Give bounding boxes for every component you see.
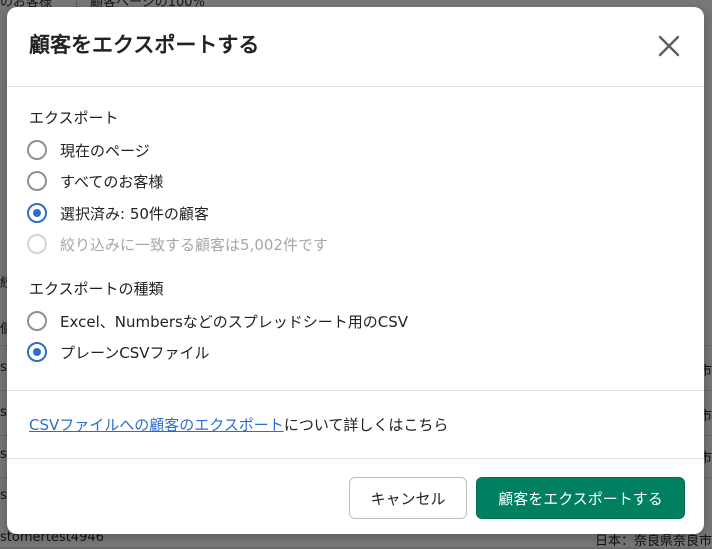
- export-format-label: エクスポートの種類: [29, 280, 164, 298]
- radio-button-disabled: [27, 234, 47, 254]
- radio-label: 選択済み: 50件の顧客: [60, 204, 209, 223]
- footer-divider: [7, 458, 704, 459]
- radio-button[interactable]: [27, 171, 47, 191]
- radio-option-selected[interactable]: 選択済み: 50件の顧客: [27, 201, 209, 225]
- export-customers-modal: 顧客をエクスポートする エクスポート 現在のページ すべてのお客様 選択済み: …: [7, 7, 704, 534]
- cancel-button[interactable]: キャンセル: [349, 477, 467, 519]
- help-link[interactable]: CSVファイルへの顧客のエクスポート: [29, 416, 284, 434]
- header-divider: [7, 86, 704, 87]
- section-divider: [7, 390, 704, 391]
- export-customers-button[interactable]: 顧客をエクスポートする: [476, 477, 685, 519]
- radio-button[interactable]: [27, 311, 47, 331]
- close-button[interactable]: [655, 32, 683, 60]
- radio-option-current-page[interactable]: 現在のページ: [27, 138, 150, 162]
- radio-label: Excel、Numbersなどのスプレッドシート用のCSV: [60, 312, 409, 331]
- radio-button-checked[interactable]: [27, 203, 47, 223]
- radio-label: 絞り込みに一致する顧客は5,002件です: [60, 235, 328, 254]
- modal-header: 顧客をエクスポートする: [7, 7, 704, 87]
- export-scope-label: エクスポート: [29, 109, 119, 127]
- radio-label: すべてのお客様: [60, 172, 164, 191]
- radio-button[interactable]: [27, 140, 47, 160]
- modal-title: 顧客をエクスポートする: [29, 33, 260, 57]
- radio-button-checked[interactable]: [27, 342, 47, 362]
- radio-label: 現在のページ: [60, 141, 150, 160]
- radio-label: プレーンCSVファイル: [60, 343, 210, 362]
- radio-option-all-customers[interactable]: すべてのお客様: [27, 169, 163, 193]
- close-icon: [658, 35, 680, 57]
- help-text: CSVファイルへの顧客のエクスポートについて詳しくはこちら: [29, 414, 448, 435]
- help-text-suffix: について詳しくはこちら: [283, 416, 449, 434]
- radio-option-matching-filter: 絞り込みに一致する顧客は5,002件です: [27, 232, 328, 256]
- radio-option-plain-csv[interactable]: プレーンCSVファイル: [27, 340, 210, 364]
- radio-option-spreadsheet-csv[interactable]: Excel、Numbersなどのスプレッドシート用のCSV: [27, 309, 408, 333]
